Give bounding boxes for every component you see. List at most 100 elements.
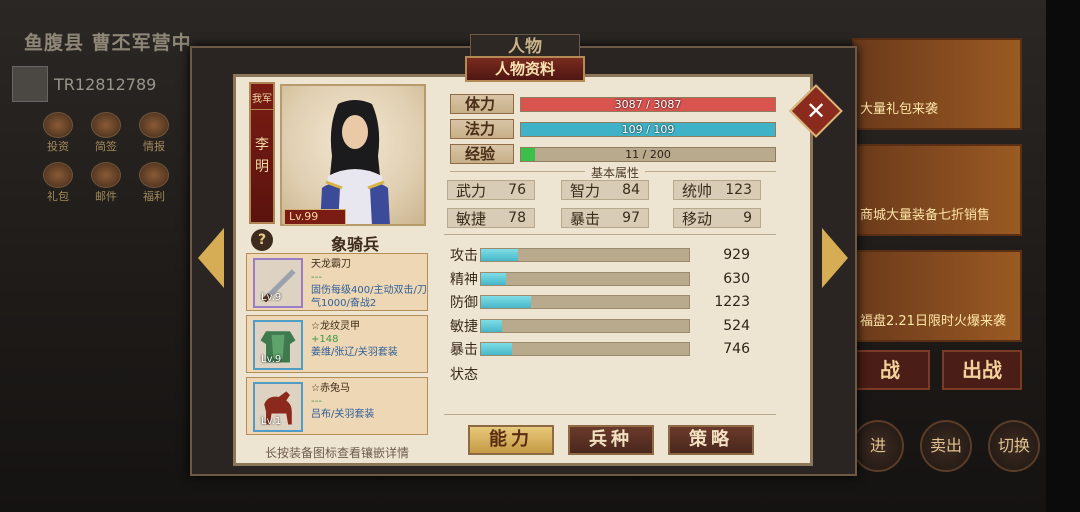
combat-bar (480, 295, 690, 309)
equipment-slot-weapon[interactable]: Lv.9 天龙霸刀 --- 固伤每级400/主动双击/刀气1000/奋战2 (246, 253, 428, 311)
menu-gift[interactable]: 礼包 (40, 162, 76, 204)
menu-welfare[interactable]: 福利 (136, 162, 172, 204)
attribute-label: 移动 (682, 209, 713, 228)
mp-value: 109 / 109 (621, 122, 675, 136)
event-banner[interactable]: 大量礼包来袭 (852, 38, 1022, 130)
combat-attack: 攻击 929 (450, 246, 750, 264)
player-info[interactable]: TR12812789 (12, 66, 156, 102)
next-character-arrow-icon[interactable] (822, 228, 848, 288)
prev-character-arrow-icon[interactable] (198, 228, 224, 288)
attribute-agility: 敏捷 78 (447, 208, 535, 228)
close-icon[interactable]: ✕ (797, 92, 835, 130)
combat-value: 524 (723, 318, 750, 334)
attribute-intelligence: 智力 84 (561, 180, 649, 200)
equipment-desc: 固伤每级400/主动双击/刀气1000/奋战2 (311, 285, 427, 309)
attribute-strength: 武力 76 (447, 180, 535, 200)
tab-ability[interactable]: 能力 (468, 425, 554, 455)
exp-bar: 11 / 200 (520, 146, 776, 162)
panel-title: 人物资料 (465, 56, 585, 82)
equipment-info: ☆赤兔马 --- 吕布/关羽套装 (311, 382, 427, 421)
player-id: TR12812789 (54, 74, 157, 94)
hp-bar: 3087 / 3087 (520, 96, 776, 112)
tab-unit[interactable]: 兵种 (568, 425, 654, 455)
battle-button[interactable]: 战 (850, 350, 930, 390)
event-banner[interactable]: 商城大量装备七折销售 (852, 144, 1022, 236)
menu-invest[interactable]: 投资 (40, 112, 76, 154)
equipment-desc: 姜维/张辽/关羽套装 (311, 347, 398, 358)
attribute-value: 97 (622, 210, 640, 226)
exp-row: 经验 11 / 200 (450, 144, 776, 164)
avatar[interactable] (12, 66, 48, 102)
attribute-command: 统帅 123 (673, 180, 761, 200)
menu-intel[interactable]: 情报 (136, 112, 172, 154)
exp-label: 经验 (450, 144, 514, 164)
equipment-bonus: --- (311, 272, 322, 283)
menu-sign[interactable]: 简签 (88, 112, 124, 154)
combat-bar-fill (481, 343, 513, 355)
attribute-label: 智力 (570, 181, 601, 200)
combat-label: 攻击 (450, 248, 478, 264)
attribute-value: 76 (508, 182, 526, 198)
deploy-button[interactable]: 出战 (942, 350, 1022, 390)
combat-label: 精神 (450, 272, 478, 288)
character-name-tag: 我军 李明 (249, 82, 275, 224)
sign-icon (91, 112, 121, 138)
equipment-level: Lv.9 (261, 354, 282, 365)
character-name: 李明 (255, 137, 269, 175)
gift-icon (43, 162, 73, 188)
round-buttons: 进 卖出 切换 (852, 420, 1040, 472)
mp-bar: 109 / 109 (520, 121, 776, 137)
event-banner[interactable]: 福盘2.21日限时火爆来袭 (852, 250, 1022, 342)
event-banners: 大量礼包来袭 商城大量装备七折销售 福盘2.21日限时火爆来袭 (852, 38, 1022, 356)
combat-label: 防御 (450, 295, 478, 311)
hp-label: 体力 (450, 94, 514, 114)
basic-attributes-title-text: 基本属性 (584, 166, 645, 180)
welfare-icon (139, 162, 169, 188)
help-icon[interactable]: ? (251, 229, 273, 251)
combat-value: 630 (723, 271, 750, 287)
mail-icon (91, 162, 121, 188)
attribute-label: 统帅 (682, 181, 713, 200)
banner-text: 福盘2.21日限时火爆来袭 (860, 314, 1006, 329)
equipment-info: 天龙霸刀 --- 固伤每级400/主动双击/刀气1000/奋战2 (311, 258, 427, 310)
attribute-value: 78 (508, 210, 526, 226)
menu-label: 礼包 (47, 190, 69, 203)
equipment-name: ☆龙纹灵甲 (311, 321, 360, 332)
advance-button[interactable]: 进 (852, 420, 904, 472)
mp-row: 法力 109 / 109 (450, 119, 776, 139)
screen-edge (1046, 0, 1080, 512)
combat-value: 746 (723, 341, 750, 357)
equipment-bonus: --- (311, 396, 322, 407)
menu-mail[interactable]: 邮件 (88, 162, 124, 204)
basic-attributes-title: 基本属性 (560, 164, 670, 181)
combat-agility: 敏捷 524 (450, 317, 750, 335)
equipment-hint: 长按装备图标查看镶嵌详情 (265, 446, 410, 460)
attribute-value: 123 (725, 182, 752, 198)
equipment-desc: 吕布/关羽套装 (311, 409, 375, 420)
invest-icon (43, 112, 73, 138)
equipment-slot-mount[interactable]: Lv.1 ☆赤兔马 --- 吕布/关羽套装 (246, 377, 428, 435)
attribute-value: 84 (622, 182, 640, 198)
equipment-name: ☆赤兔马 (311, 383, 350, 394)
sell-button[interactable]: 卖出 (920, 420, 972, 472)
combat-bar (480, 272, 690, 286)
combat-divider (444, 234, 776, 235)
character-figure (320, 100, 390, 224)
character-level: Lv.99 (284, 209, 346, 225)
hp-row: 体力 3087 / 3087 (450, 94, 776, 114)
location-title: 鱼腹县 曹丕军营中 (24, 32, 192, 54)
combat-value: 1223 (714, 294, 750, 310)
equipment-slot-armor[interactable]: Lv.9 ☆龙纹灵甲 +148 姜维/张辽/关羽套装 (246, 315, 428, 373)
combat-bar (480, 342, 690, 356)
combat-bar-fill (481, 273, 506, 285)
menu-label: 投资 (47, 140, 69, 153)
banner-text: 商城大量装备七折销售 (860, 208, 991, 223)
combat-bar-fill (481, 320, 502, 332)
attribute-move: 移动 9 (673, 208, 761, 228)
character-portrait (280, 84, 426, 226)
tab-divider (444, 414, 776, 415)
equipment-info: ☆龙纹灵甲 +148 姜维/张辽/关羽套装 (311, 320, 427, 359)
tab-strategy[interactable]: 策略 (668, 425, 754, 455)
mp-label: 法力 (450, 119, 514, 139)
switch-button[interactable]: 切换 (988, 420, 1040, 472)
